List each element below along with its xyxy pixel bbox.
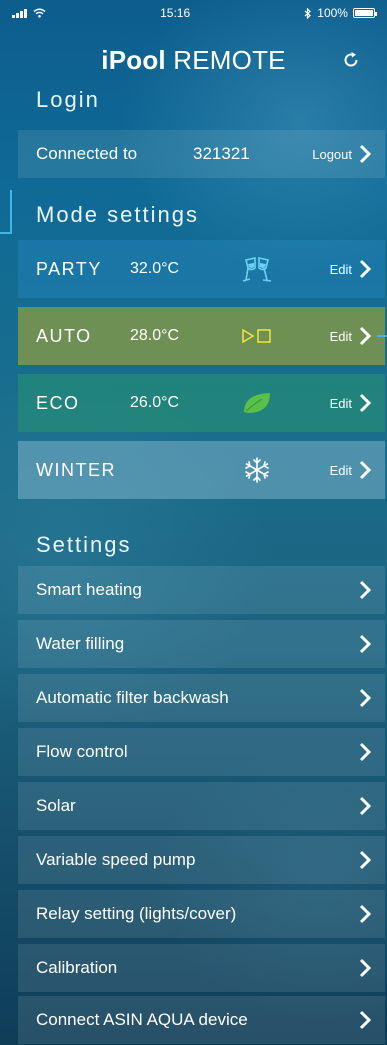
settings-item-solar[interactable]: Solar (18, 782, 385, 830)
battery-fill (354, 10, 373, 16)
chevron-right-icon[interactable] (359, 326, 371, 346)
snowflake-icon (245, 457, 269, 483)
chevron-right-icon[interactable] (359, 688, 371, 708)
mode-temp: 32.0°C (130, 260, 180, 277)
app-title-bold: iPool (101, 44, 166, 75)
settings-item-label: Water filling (36, 634, 125, 653)
signal-icon (12, 8, 27, 18)
status-right: 100% (304, 6, 377, 20)
settings-item-variable-speed-pump[interactable]: Variable speed pump (18, 836, 385, 884)
app-title-light: REMOTE (165, 44, 286, 75)
refresh-icon[interactable] (341, 50, 361, 70)
settings-item-filter-backwash[interactable]: Automatic filter backwash (18, 674, 385, 722)
settings-item-label: Calibration (36, 958, 118, 977)
battery-percent: 100% (317, 6, 348, 20)
mode-name: WINTER (36, 459, 116, 480)
settings-item-label: Flow control (36, 742, 128, 761)
connected-row[interactable]: Connected to 321321 Logout (18, 130, 385, 178)
party-glasses-icon (242, 257, 272, 282)
chevron-right-icon[interactable] (359, 796, 371, 816)
settings-item-flow-control[interactable]: Flow control (18, 728, 385, 776)
mode-row-party[interactable]: PARTY 32.0°C Edit (18, 240, 385, 298)
settings-item-water-filling[interactable]: Water filling (18, 620, 385, 668)
mode-name: AUTO (36, 325, 92, 346)
play-stop-icon (242, 328, 271, 344)
edit-button[interactable]: Edit (330, 396, 352, 411)
chevron-right-icon[interactable] (359, 742, 371, 762)
mode-temp: 28.0°C (130, 327, 180, 344)
chevron-right-icon[interactable] (359, 634, 371, 654)
status-time: 15:16 (160, 6, 191, 20)
settings-heading: Settings (36, 532, 132, 557)
leaf-icon (244, 393, 270, 413)
settings-item-label: Connect ASIN AQUA device (36, 1010, 248, 1029)
edit-button[interactable]: Edit (330, 262, 352, 277)
bluetooth-icon (304, 7, 312, 19)
logout-button[interactable]: Logout (312, 147, 352, 162)
mode-name: ECO (36, 392, 80, 413)
mode-row-winter[interactable]: WINTER Edit (18, 441, 385, 499)
chevron-right-icon[interactable] (359, 1010, 371, 1030)
status-bar: 15:16 100% (0, 0, 387, 26)
accent-line-vertical (10, 190, 12, 234)
battery-icon (352, 8, 377, 18)
settings-item-smart-heating[interactable]: Smart heating (18, 566, 385, 614)
app-header: iPool REMOTE (0, 40, 387, 80)
connected-value: 321321 (193, 144, 250, 163)
wifi-icon (33, 8, 46, 18)
mode-row-auto[interactable]: AUTO 28.0°C Edit (18, 307, 385, 365)
connected-label: Connected to (36, 144, 138, 163)
chevron-right-icon[interactable] (359, 259, 371, 279)
settings-item-label: Automatic filter backwash (36, 688, 229, 707)
chevron-right-icon[interactable] (359, 904, 371, 924)
chevron-right-icon[interactable] (359, 580, 371, 600)
settings-item-label: Relay setting (lights/cover) (36, 904, 237, 923)
edit-button[interactable]: Edit (330, 463, 352, 478)
settings-item-label: Smart heating (36, 580, 142, 599)
login-heading: Login (36, 87, 100, 112)
mode-row-eco[interactable]: ECO 26.0°C Edit (18, 374, 385, 432)
chevron-right-icon[interactable] (359, 958, 371, 978)
settings-item-label: Variable speed pump (36, 850, 196, 869)
settings-item-relay-setting[interactable]: Relay setting (lights/cover) (18, 890, 385, 938)
chevron-right-icon[interactable] (359, 393, 371, 413)
mode-name: PARTY (36, 258, 102, 279)
chevron-right-icon[interactable] (359, 850, 371, 870)
app-title: iPool REMOTE (101, 45, 285, 76)
mode-temp: 26.0°C (130, 394, 180, 411)
chevron-right-icon[interactable] (359, 144, 371, 164)
status-left (12, 8, 46, 18)
accent-line-right (377, 335, 387, 337)
edit-button[interactable]: Edit (330, 329, 352, 344)
settings-item-calibration[interactable]: Calibration (18, 944, 385, 992)
mode-settings-heading: Mode settings (36, 202, 199, 227)
settings-item-label: Solar (36, 796, 76, 815)
settings-item-connect-asin-aqua[interactable]: Connect ASIN AQUA device (18, 996, 385, 1044)
chevron-right-icon[interactable] (359, 460, 371, 480)
